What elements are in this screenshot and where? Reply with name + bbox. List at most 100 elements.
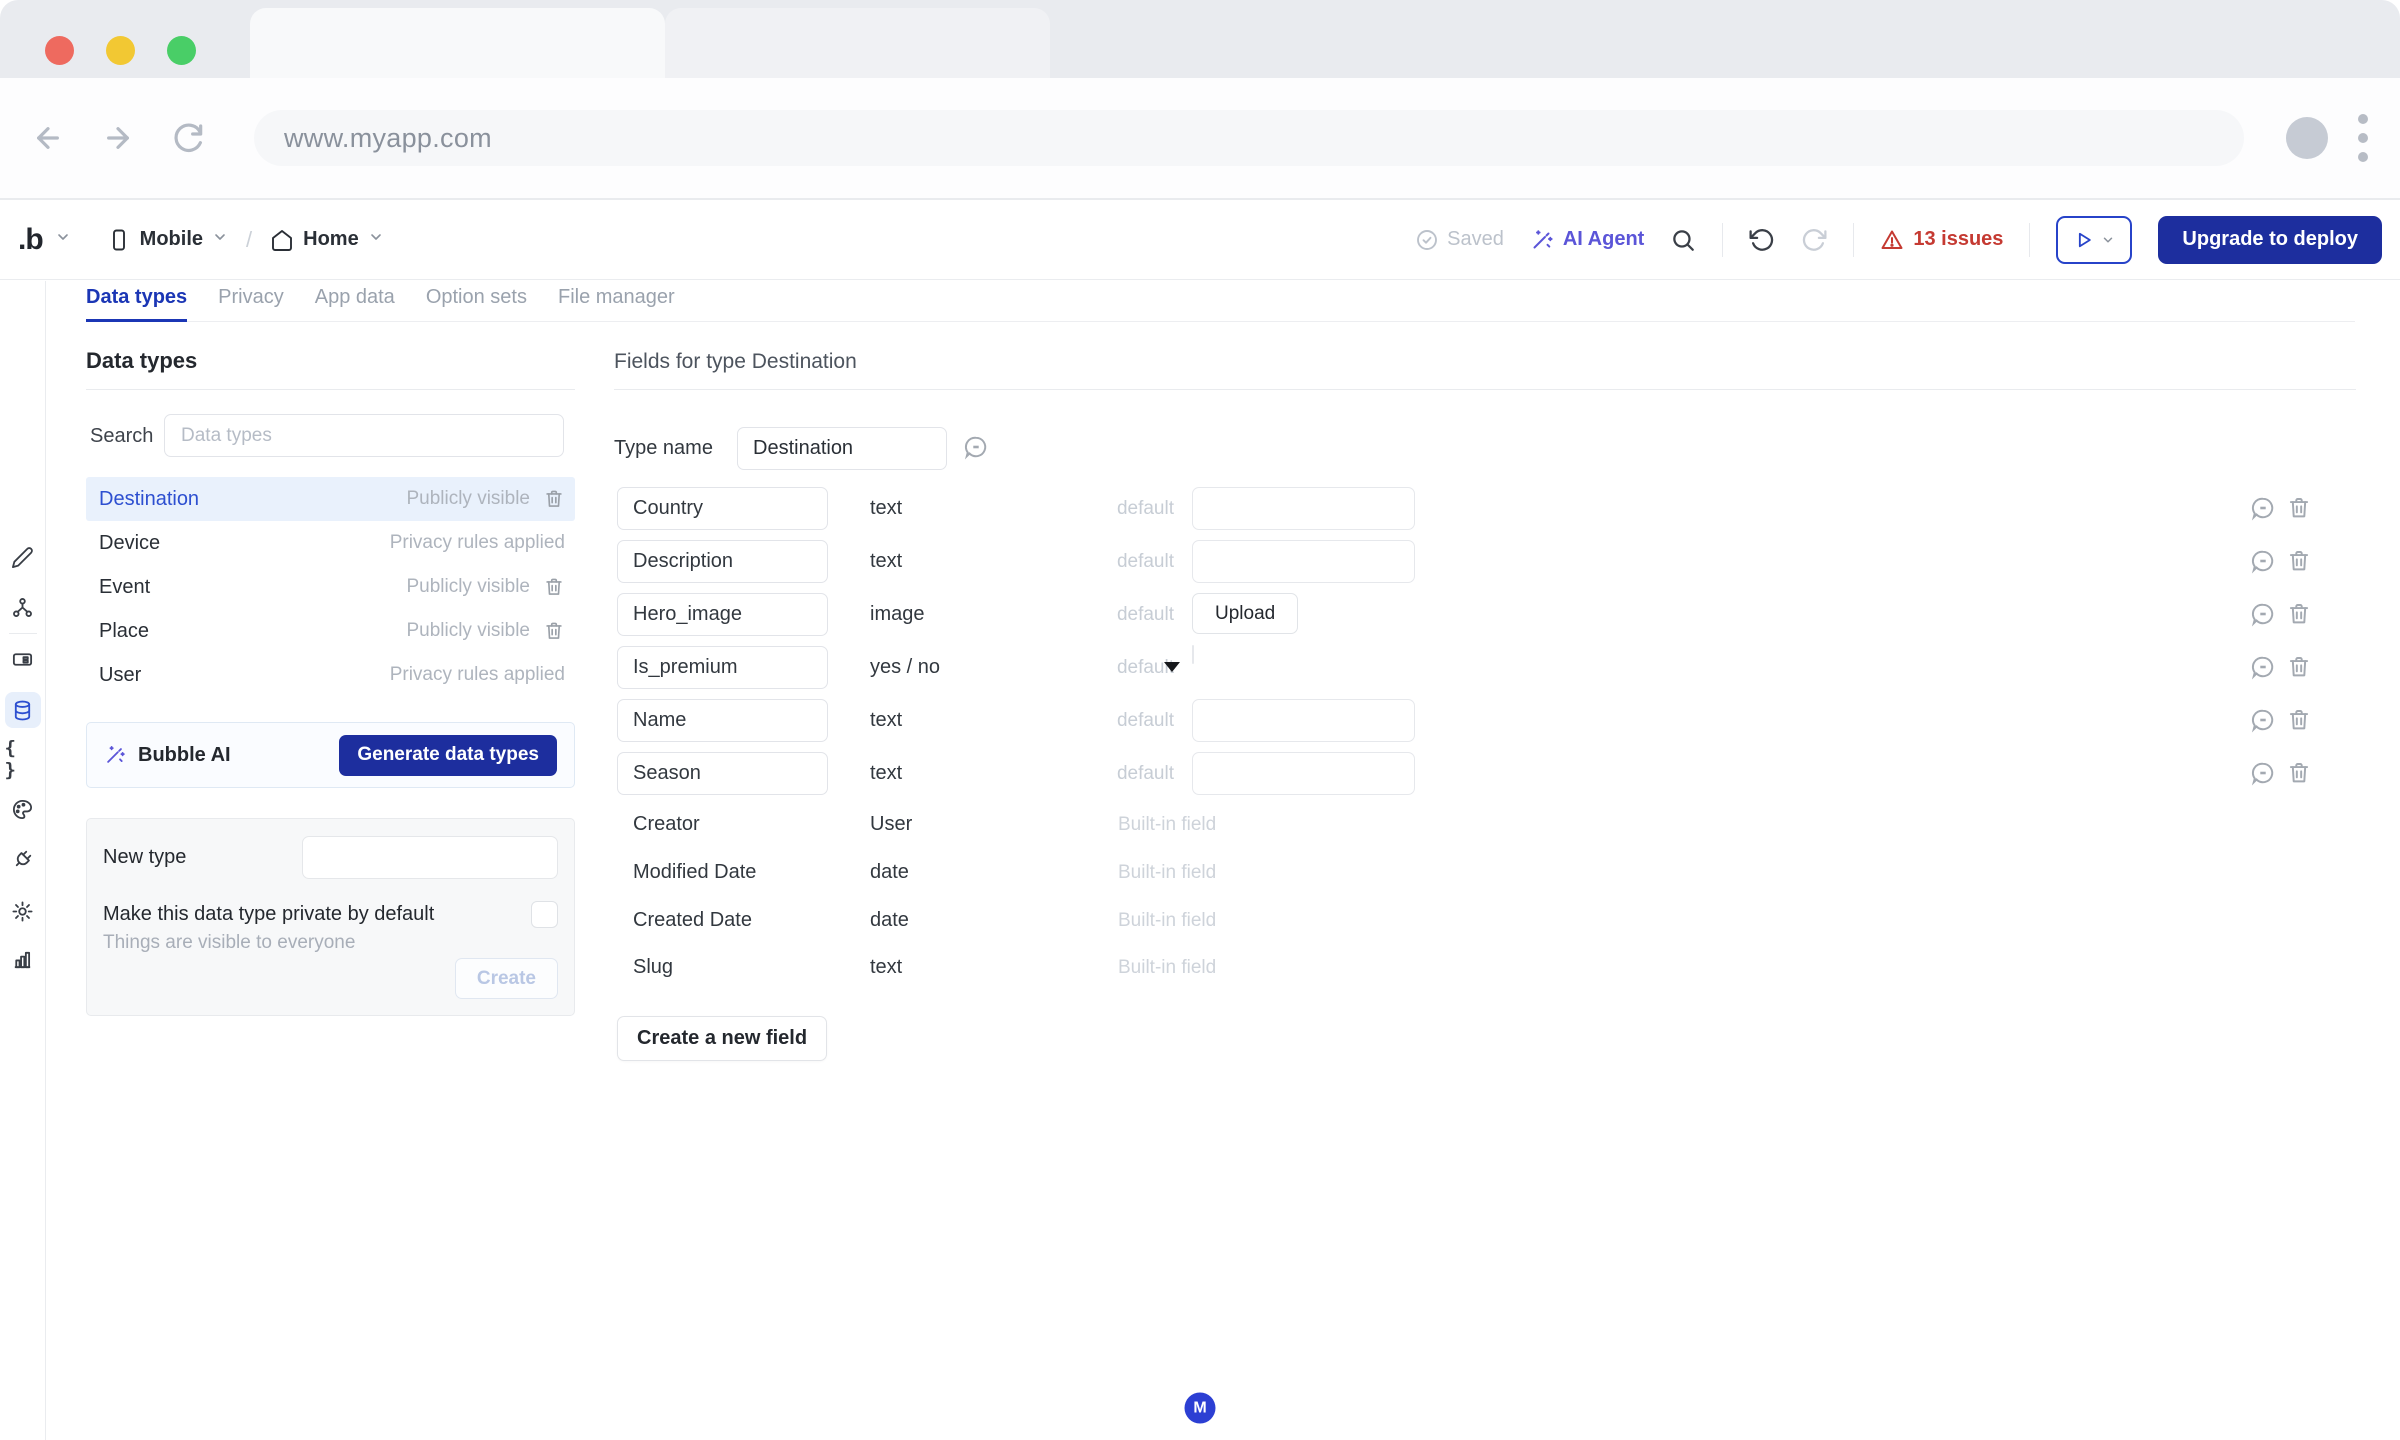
panel-divider	[86, 389, 575, 390]
default-value-select[interactable]	[1192, 645, 1194, 664]
comment-bubble-icon[interactable]	[2250, 601, 2276, 627]
reload-icon[interactable]	[166, 116, 210, 160]
data-type-row-device[interactable]: Device Privacy rules applied	[86, 521, 575, 565]
bubble-ai-banner: Bubble AI Generate data types	[86, 722, 575, 788]
device-selector[interactable]: Mobile	[107, 228, 228, 252]
tab-option-sets[interactable]: Option sets	[426, 286, 527, 322]
default-label: default	[1034, 752, 1174, 795]
trash-icon[interactable]	[2286, 707, 2312, 733]
bubble-logo[interactable]: .b	[18, 223, 43, 257]
url-bar[interactable]: www.myapp.com	[254, 110, 2244, 166]
builtin-row-created-date: Created Date date Built-in field	[614, 899, 2356, 942]
comment-bubble-icon[interactable]	[963, 434, 989, 460]
field-name-input[interactable]	[617, 540, 828, 583]
zoom-window-button[interactable]	[167, 36, 196, 65]
styles-palette-icon[interactable]	[5, 791, 41, 827]
data-database-icon[interactable]	[5, 692, 41, 728]
comment-bubble-icon[interactable]	[2250, 495, 2276, 521]
builtin-field-name: Created Date	[633, 899, 752, 942]
undo-icon[interactable]	[1749, 227, 1775, 253]
field-type: text	[870, 699, 902, 742]
default-value-input[interactable]	[1192, 540, 1415, 583]
forward-icon[interactable]	[96, 116, 140, 160]
default-value-input[interactable]	[1192, 752, 1415, 795]
upgrade-to-deploy-button[interactable]: Upgrade to deploy	[2158, 216, 2382, 264]
builtin-field-name: Modified Date	[633, 851, 756, 894]
search-input[interactable]	[164, 414, 564, 457]
builtin-field-type: text	[870, 946, 902, 989]
default-value-input[interactable]	[1192, 699, 1415, 742]
user-avatar[interactable]: M	[1185, 1393, 1216, 1424]
saved-check-icon	[1415, 228, 1439, 252]
create-new-field-button[interactable]: Create a new field	[617, 1016, 827, 1061]
settings-gear-icon[interactable]	[5, 893, 41, 929]
back-icon[interactable]	[26, 116, 70, 160]
ai-agent-button[interactable]: AI Agent	[1530, 228, 1644, 252]
generate-data-types-button[interactable]: Generate data types	[339, 735, 557, 776]
field-name-input[interactable]	[617, 699, 828, 742]
preview-button[interactable]	[2056, 216, 2132, 264]
create-type-button[interactable]: Create	[455, 958, 558, 999]
type-name-input[interactable]	[737, 427, 947, 470]
field-row-country: text default	[614, 487, 2356, 530]
workflow-icon[interactable]	[5, 589, 41, 625]
backend-braces-icon[interactable]: { }	[5, 741, 41, 777]
default-value-input[interactable]	[1192, 487, 1415, 530]
trash-icon[interactable]	[2286, 601, 2312, 627]
logo-chevron-down-icon[interactable]	[55, 229, 71, 250]
plugins-plug-icon[interactable]	[5, 841, 41, 877]
data-type-row-place[interactable]: Place Publicly visible	[86, 609, 575, 653]
data-type-row-user[interactable]: User Privacy rules applied	[86, 653, 575, 697]
trash-icon[interactable]	[2286, 495, 2312, 521]
sidebar-divider	[9, 633, 37, 634]
components-icon[interactable]	[5, 641, 41, 677]
panel-divider	[614, 389, 2356, 390]
search-icon[interactable]	[1670, 227, 1696, 253]
new-type-input[interactable]	[302, 836, 558, 879]
private-checkbox[interactable]	[531, 901, 558, 928]
tab-privacy[interactable]: Privacy	[218, 286, 284, 322]
builtin-field-flag: Built-in field	[1118, 899, 1216, 942]
field-name-input[interactable]	[617, 487, 828, 530]
type-name-label: Type name	[614, 437, 713, 460]
browser-tab-inactive[interactable]	[665, 8, 1050, 78]
data-type-row-destination[interactable]: Destination Publicly visible	[86, 477, 575, 521]
comment-bubble-icon[interactable]	[2250, 654, 2276, 680]
logs-chart-icon[interactable]	[5, 941, 41, 977]
page-selector[interactable]: Home	[270, 228, 384, 252]
close-window-button[interactable]	[45, 36, 74, 65]
tab-app-data[interactable]: App data	[315, 286, 395, 322]
data-type-status: Privacy rules applied	[390, 532, 565, 554]
trash-icon[interactable]	[543, 576, 565, 598]
new-type-label: New type	[103, 846, 186, 869]
field-name-input[interactable]	[617, 646, 828, 689]
tab-file-manager[interactable]: File manager	[558, 286, 675, 322]
play-icon	[2074, 230, 2094, 250]
mobile-icon	[107, 228, 131, 252]
minimize-window-button[interactable]	[106, 36, 135, 65]
browser-menu-icon[interactable]	[2358, 114, 2368, 162]
search-label: Search	[90, 425, 153, 448]
comment-bubble-icon[interactable]	[2250, 548, 2276, 574]
issues-button[interactable]: 13 issues	[1880, 228, 2003, 252]
trash-icon[interactable]	[543, 488, 565, 510]
builtin-field-type: date	[870, 851, 909, 894]
trash-icon[interactable]	[2286, 548, 2312, 574]
tab-data-types[interactable]: Data types	[86, 286, 187, 322]
data-type-row-event[interactable]: Event Publicly visible	[86, 565, 575, 609]
field-name-input[interactable]	[617, 593, 828, 636]
redo-icon[interactable]	[1801, 227, 1827, 253]
trash-icon[interactable]	[2286, 760, 2312, 786]
upload-button[interactable]: Upload	[1192, 593, 1298, 634]
builtin-field-flag: Built-in field	[1118, 946, 1216, 989]
trash-icon[interactable]	[2286, 654, 2312, 680]
design-pencil-icon[interactable]	[5, 539, 41, 575]
comment-bubble-icon[interactable]	[2250, 760, 2276, 786]
toolbar-divider	[2029, 223, 2030, 257]
browser-tabbar	[0, 0, 2400, 78]
browser-profile-avatar[interactable]	[2286, 117, 2328, 159]
field-name-input[interactable]	[617, 752, 828, 795]
browser-tab-active[interactable]	[250, 8, 665, 78]
comment-bubble-icon[interactable]	[2250, 707, 2276, 733]
trash-icon[interactable]	[543, 620, 565, 642]
